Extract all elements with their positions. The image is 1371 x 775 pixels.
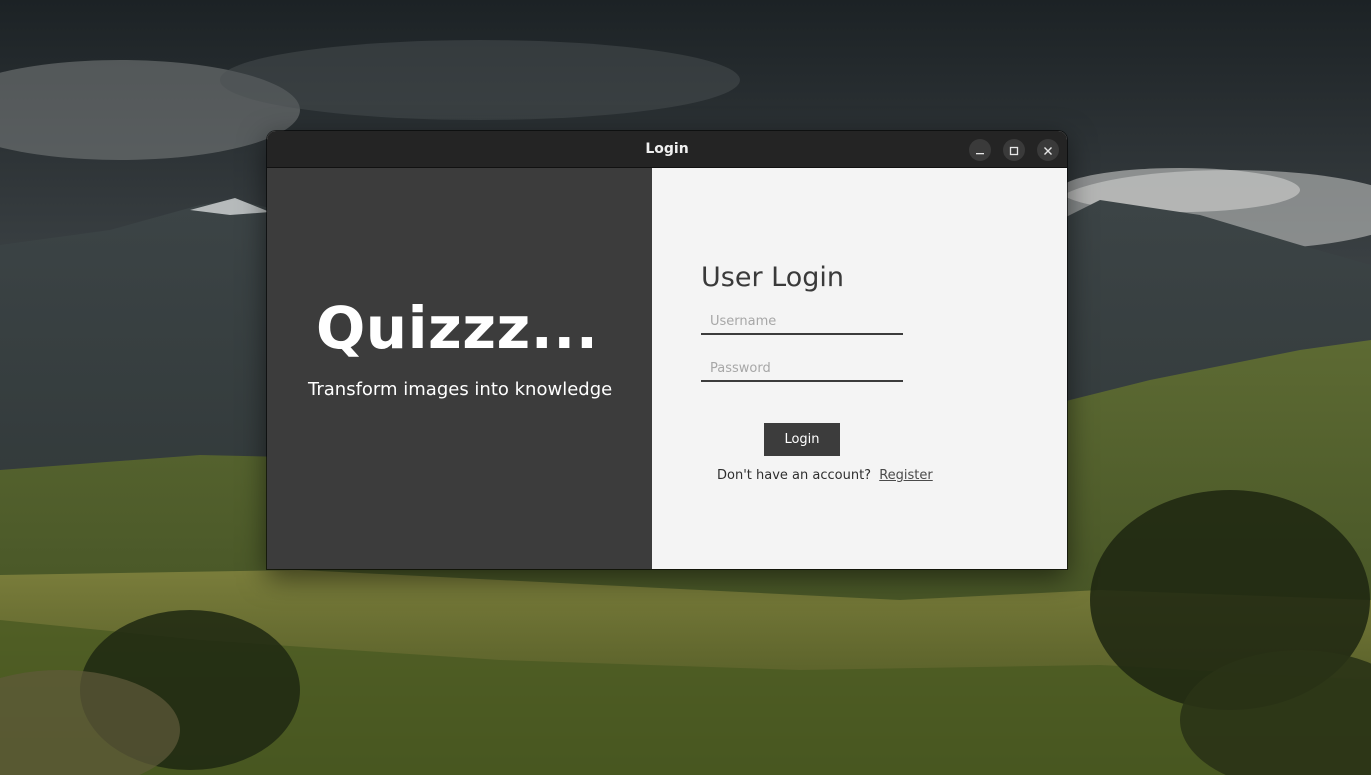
app-name: Quizzz... — [316, 294, 599, 362]
window-title: Login — [645, 141, 689, 157]
close-button[interactable] — [1037, 139, 1059, 161]
login-button[interactable]: Login — [764, 423, 840, 456]
password-input[interactable] — [701, 356, 903, 382]
maximize-icon — [1009, 141, 1019, 160]
titlebar[interactable]: Login — [267, 131, 1067, 168]
maximize-button[interactable] — [1003, 139, 1025, 161]
register-prompt: Don't have an account? — [717, 468, 872, 483]
username-input[interactable] — [701, 309, 903, 335]
login-heading: User Login — [701, 262, 844, 293]
login-window: Login Quizzz... Transform images into kn… — [267, 131, 1067, 569]
minimize-button[interactable] — [969, 139, 991, 161]
register-link[interactable]: Register — [879, 468, 933, 483]
app-tagline: Transform images into knowledge — [308, 379, 613, 400]
register-row: Don't have an account? Register — [717, 468, 933, 483]
brand-panel: Quizzz... Transform images into knowledg… — [267, 168, 652, 569]
login-panel: User Login Login Don't have an account? … — [652, 168, 1067, 569]
minimize-icon — [975, 141, 985, 160]
close-icon — [1043, 141, 1053, 160]
